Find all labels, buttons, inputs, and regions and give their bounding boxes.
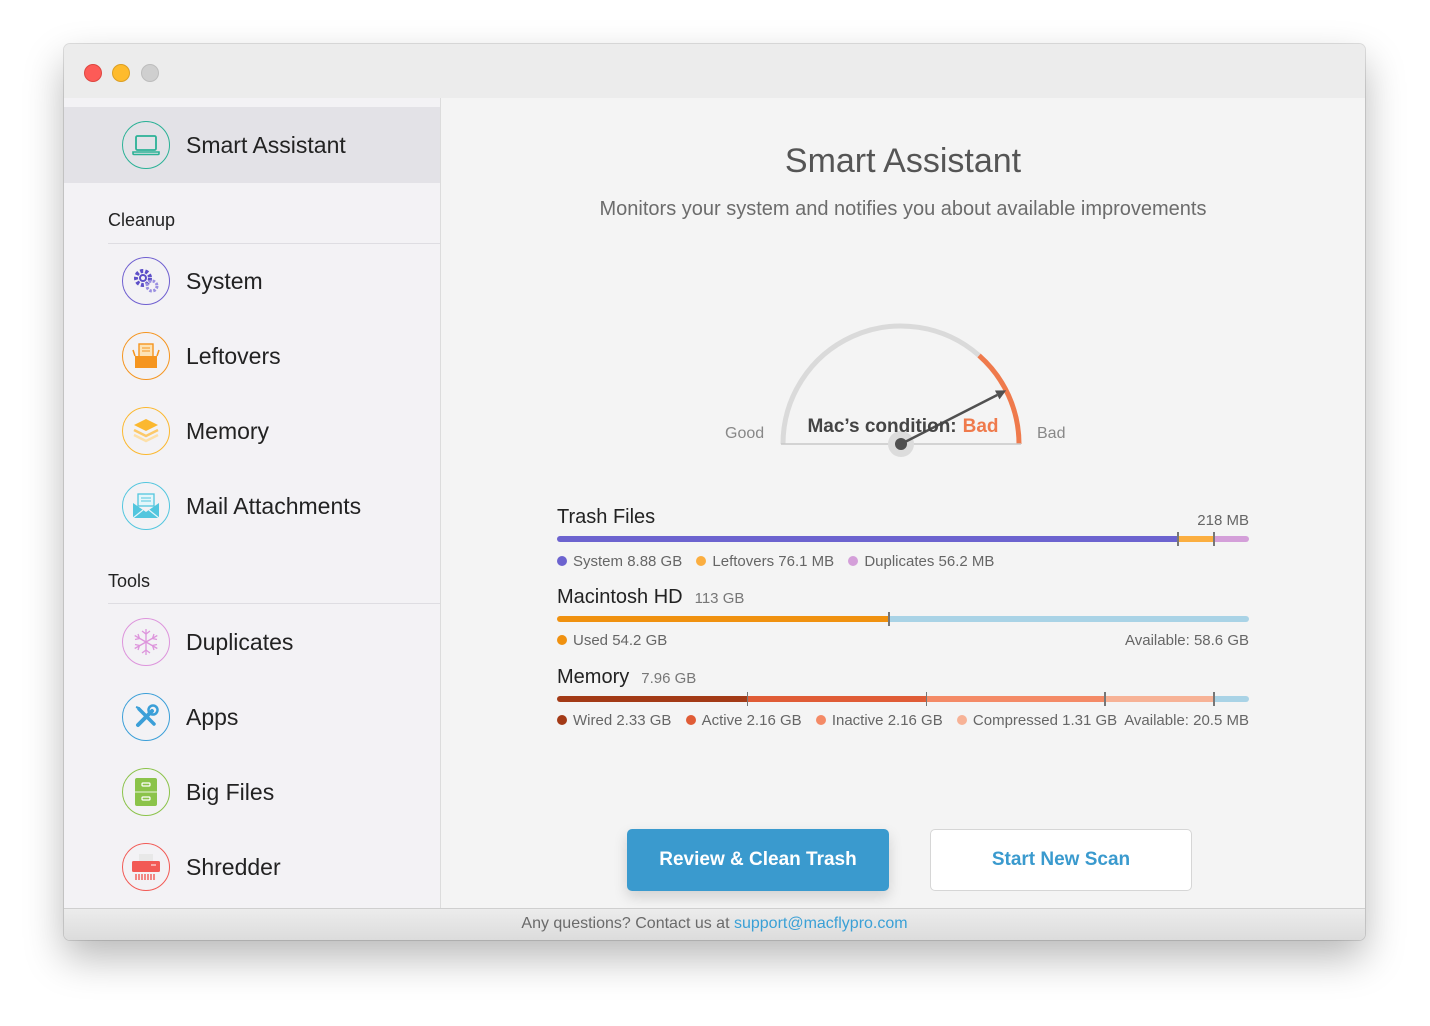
minimize-button[interactable]: [112, 64, 130, 82]
bar-divider-tick: [1213, 532, 1215, 546]
legend-item: Used 54.2 GB: [557, 632, 667, 649]
box-icon: [122, 332, 170, 380]
sidebar-item-memory[interactable]: Memory: [122, 405, 269, 457]
legend-item: Leftovers 76.1 MB: [696, 553, 834, 570]
bar-divider-tick: [1213, 692, 1215, 706]
cabinet-icon: [122, 768, 170, 816]
bar-segment-available: [1213, 692, 1249, 706]
bar-divider-tick: [1104, 692, 1106, 706]
metric-title: Trash Files: [557, 506, 656, 528]
sidebar-item-mail-attachments[interactable]: Mail Attachments: [122, 480, 361, 532]
page-title: Smart Assistant: [784, 142, 1022, 180]
metric-title: Macintosh HD: [557, 586, 683, 608]
disk-available: Available: 58.6 GB: [1125, 632, 1249, 649]
footer: Any questions? Contact us at support@mac…: [64, 908, 1365, 940]
condition-gauge: Good Bad: [701, 313, 1101, 463]
bar-segment-active: [746, 692, 927, 706]
bar-segment-wired: [557, 696, 748, 702]
section-title-cleanup: Cleanup: [108, 210, 176, 230]
legend-item: System 8.88 GB: [557, 553, 682, 570]
app-window: Smart Assistant Cleanup System Leftovers…: [64, 44, 1365, 940]
legend-item: Compressed 1.31 GB: [956, 712, 1117, 729]
divider: [108, 243, 440, 244]
envelope-icon: [122, 482, 170, 530]
sidebar-item-apps[interactable]: Apps: [122, 691, 238, 743]
bar-divider-tick: [746, 692, 749, 706]
main-panel: Smart Assistant Monitors your system and…: [441, 98, 1365, 909]
bar-divider-tick: [925, 692, 928, 706]
bar-segment-leftovers: [1177, 532, 1215, 546]
disk-legend: Used 54.2 GB Available: 58.6 GB: [557, 632, 1249, 649]
snowflake-icon: [122, 618, 170, 666]
footer-text: Any questions? Contact us at: [521, 915, 734, 932]
sidebar-item-leftovers[interactable]: Leftovers: [122, 330, 281, 382]
sidebar-item-label: Apps: [186, 703, 239, 730]
title-bar: [64, 44, 1365, 98]
bar-segment-duplicates: [1213, 532, 1249, 546]
start-new-scan-button[interactable]: Start New Scan: [930, 829, 1192, 891]
trash-total: 218 MB: [1197, 512, 1249, 529]
laptop-icon: [122, 121, 170, 169]
bar-segment-compressed: [1104, 692, 1215, 706]
bar-segment-used: [557, 616, 890, 622]
divider: [108, 603, 440, 604]
sidebar-item-smart-assistant-row[interactable]: Smart Assistant: [122, 119, 346, 171]
legend-item: Inactive 2.16 GB: [815, 712, 943, 729]
gears-icon: [122, 257, 170, 305]
bar-divider-tick: [888, 612, 890, 626]
close-button[interactable]: [84, 64, 102, 82]
sidebar-item-label: Leftovers: [186, 342, 281, 369]
bar-segment-inactive: [925, 692, 1106, 706]
sidebar-item-label: Shredder: [186, 853, 281, 880]
disk-total: 113 GB: [694, 590, 745, 607]
sidebar: Smart Assistant Cleanup System Leftovers…: [64, 98, 441, 909]
page-subtitle: Monitors your system and notifies you ab…: [599, 198, 1207, 220]
memory-legend: Wired 2.33 GB Active 2.16 GB Inactive 2.…: [557, 712, 1249, 729]
support-email-link[interactable]: support@macflypro.com: [734, 915, 908, 932]
maximize-button[interactable]: [141, 64, 159, 82]
trash-legend: System 8.88 GB Leftovers 76.1 MB Duplica…: [557, 553, 1249, 570]
sidebar-item-duplicates[interactable]: Duplicates: [122, 616, 293, 668]
legend-item: Duplicates 56.2 MB: [848, 553, 994, 570]
disk-bar: [557, 612, 1249, 626]
memory-available: Available: 20.5 MB: [1124, 712, 1249, 729]
bar-divider-tick: [1177, 532, 1179, 546]
metric-title: Memory: [557, 666, 630, 688]
trash-files-metric: Trash Files 218 MB System 8.88 GB Leftov…: [557, 506, 1249, 576]
bar-segment-system: [557, 536, 1179, 542]
memory-metric: Memory 7.96 GB Wired 2.33 GB Active 2.16 …: [557, 666, 1249, 736]
condition-value: Bad: [962, 416, 999, 437]
memory-total: 7.96 GB: [641, 670, 697, 687]
disk-metric: Macintosh HD 113 GB Used 54.2 GB Availabl…: [557, 586, 1249, 656]
sidebar-item-label: Duplicates: [186, 628, 294, 655]
layers-icon: [122, 407, 170, 455]
legend-item: Active 2.16 GB: [685, 712, 802, 729]
condition-status: Mac’s condition: Bad: [441, 416, 1365, 438]
trash-bar: [557, 532, 1249, 546]
sidebar-item-system[interactable]: System: [122, 255, 263, 307]
sidebar-item-shredder[interactable]: Shredder: [122, 841, 281, 893]
sidebar-item-label: System: [186, 267, 263, 294]
sidebar-item-label: Smart Assistant: [186, 131, 346, 158]
bar-segment-available: [888, 612, 1249, 626]
sidebar-item-smart-assistant[interactable]: Smart Assistant: [64, 107, 440, 183]
sidebar-item-label: Big Files: [186, 778, 275, 805]
condition-label: Mac’s condition:: [807, 416, 957, 437]
sidebar-item-label: Memory: [186, 417, 270, 444]
section-title-tools: Tools: [108, 571, 151, 591]
legend-item: Wired 2.33 GB: [557, 712, 671, 729]
review-clean-trash-button[interactable]: Review & Clean Trash: [627, 829, 889, 891]
sidebar-item-label: Mail Attachments: [186, 492, 362, 519]
shredder-icon: [122, 843, 170, 891]
sidebar-item-big-files[interactable]: Big Files: [122, 766, 274, 818]
memory-bar: [557, 692, 1249, 706]
tools-icon: [122, 693, 170, 741]
